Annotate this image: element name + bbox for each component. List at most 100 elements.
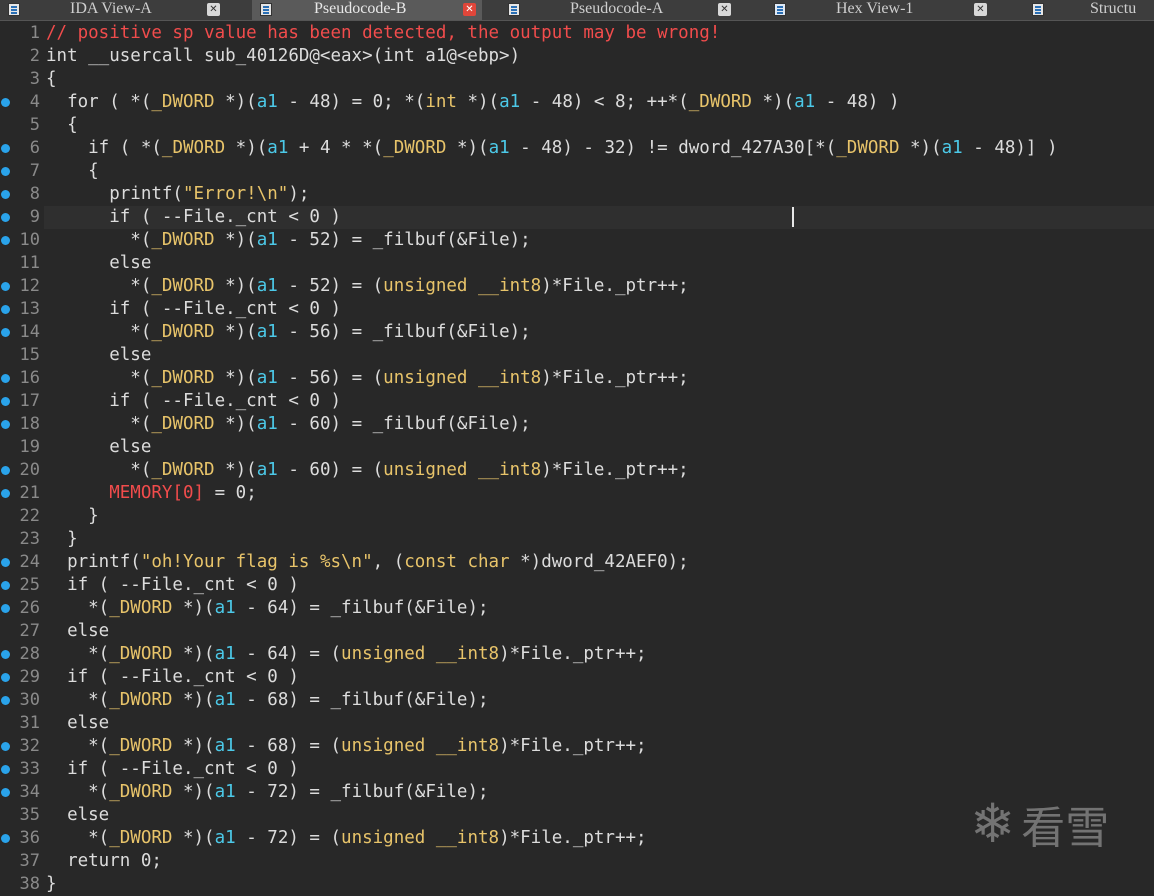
breakpoint-dot-icon[interactable] [1,144,10,153]
breakpoint-dot-icon[interactable] [1,466,10,475]
code-line[interactable]: *(_DWORD *)(a1 - 64) = _filbuf(&File); [46,597,488,620]
breakpoint-dot-icon[interactable] [1,420,10,429]
breakpoint-dot-icon[interactable] [1,489,10,498]
close-icon[interactable]: ✕ [207,3,220,16]
tab-structures[interactable]: Structu [1024,0,1154,20]
code-line[interactable]: } [46,873,57,896]
code-line[interactable]: if ( --File._cnt < 0 ) [46,298,341,321]
breakpoint-dot-icon[interactable] [1,305,10,314]
line-number: 21 [19,483,40,503]
breakpoint-dot-icon[interactable] [1,558,10,567]
code-token: _DWORD [109,690,173,710]
code-line[interactable]: else [46,804,109,827]
code-line[interactable]: if ( --File._cnt < 0 ) [46,206,341,229]
code-token: *)( [214,92,257,112]
code-line[interactable]: else [46,436,151,459]
code-token: *)( [214,276,257,296]
code-token: *)( [214,230,257,250]
code-line[interactable]: *(_DWORD *)(a1 - 56) = _filbuf(&File); [46,321,531,344]
code-line[interactable]: } [46,505,99,528]
code-token: a1 [214,782,236,802]
breakpoint-dot-icon[interactable] [1,282,10,291]
code-line[interactable]: MEMORY[0] = 0; [46,482,257,505]
code-token: { [46,115,78,135]
code-token: - 72) = ( [235,828,342,848]
breakpoint-dot-icon[interactable] [1,167,10,176]
code-line[interactable]: *(_DWORD *)(a1 - 60) = _filbuf(&File); [46,413,530,436]
code-line[interactable]: *(_DWORD *)(a1 - 56) = (unsigned __int8)… [46,367,688,390]
code-line[interactable]: else [46,712,109,735]
breakpoint-dot-icon[interactable] [1,742,10,751]
code-line[interactable]: *(_DWORD *)(a1 - 52) = (unsigned __int8)… [46,275,688,298]
breakpoint-dot-icon[interactable] [1,236,10,245]
code-token: "oh!Your flag is %s\n" [140,552,373,572]
code-line[interactable]: { [46,114,78,137]
code-line[interactable]: else [46,344,151,367]
code-line[interactable]: printf("oh!Your flag is %s\n", (const ch… [46,551,689,574]
line-number: 27 [19,621,40,641]
code-token: )*File._ptr++; [541,460,689,480]
code-line[interactable]: } [46,528,78,551]
breakpoint-dot-icon[interactable] [1,397,10,406]
code-line[interactable]: // positive sp value has been detected, … [46,22,720,45]
tab-hex-view-1[interactable]: Hex View-1 ✕ [766,0,1016,20]
line-number: 31 [19,713,40,733]
code-line[interactable]: else [46,620,109,643]
breakpoint-dot-icon[interactable] [1,834,10,843]
breakpoint-dot-icon[interactable] [1,696,10,705]
breakpoint-dot-icon[interactable] [1,673,10,682]
code-line[interactable]: *(_DWORD *)(a1 - 68) = (unsigned __int8)… [46,735,647,758]
close-icon[interactable]: ✕ [974,3,987,16]
code-line[interactable]: { [46,160,99,183]
code-token: } [46,506,99,526]
code-line[interactable]: if ( --File._cnt < 0 ) [46,574,299,597]
code-line[interactable]: if ( --File._cnt < 0 ) [46,758,299,781]
code-line[interactable]: *(_DWORD *)(a1 - 72) = (unsigned __int8)… [46,827,646,850]
code-line[interactable]: if ( --File._cnt < 0 ) [46,666,299,689]
code-token: int [425,92,457,112]
gutter-line: 34 [0,781,40,804]
code-line[interactable]: else [46,252,151,275]
code-line[interactable]: *(_DWORD *)(a1 - 52) = _filbuf(&File); [46,229,530,252]
code-line[interactable]: if ( --File._cnt < 0 ) [46,390,341,413]
code-token: ); [288,184,310,204]
line-number: 2 [29,46,40,66]
gutter-line: 3 [0,68,40,91]
breakpoint-dot-icon[interactable] [1,213,10,222]
code-token: - 56) = _filbuf(&File); [277,322,531,342]
tab-pseudocode-b[interactable]: Pseudocode-B ✕ [252,0,482,20]
code-token: )*File._ptr++; [499,736,647,756]
breakpoint-dot-icon[interactable] [1,650,10,659]
close-icon[interactable]: ✕ [463,3,476,16]
code-line[interactable]: *(_DWORD *)(a1 - 64) = (unsigned __int8)… [46,643,646,666]
code-token: unsigned __int8 [341,644,500,664]
code-line[interactable]: if ( *(_DWORD *)(a1 + 4 * *(_DWORD *)(a1… [46,137,1057,160]
gutter-line: 25 [0,574,40,597]
code-line[interactable]: { [46,68,57,91]
breakpoint-dot-icon[interactable] [1,328,10,337]
code-token: if ( --File._cnt < 0 ) [46,759,299,779]
code-line[interactable]: int __usercall sub_40126D@<eax>(int a1@<… [46,45,520,68]
code-line[interactable]: *(_DWORD *)(a1 - 60) = (unsigned __int8)… [46,459,689,482]
breakpoint-dot-icon[interactable] [1,581,10,590]
breakpoint-dot-icon[interactable] [1,604,10,613]
code-line[interactable]: *(_DWORD *)(a1 - 68) = _filbuf(&File); [46,689,488,712]
code-token: a1 [214,690,236,710]
line-number: 30 [19,690,40,710]
tab-pseudocode-a[interactable]: Pseudocode-A ✕ [500,0,750,20]
watermark: ❄ 看雪 [970,792,1140,856]
code-line[interactable]: *(_DWORD *)(a1 - 72) = _filbuf(&File); [46,781,488,804]
gutter-line: 24 [0,551,40,574]
code-token: a1 [941,138,963,158]
code-token: *)( [751,92,795,112]
code-line[interactable]: return 0; [46,850,162,873]
breakpoint-dot-icon[interactable] [1,190,10,199]
breakpoint-dot-icon[interactable] [1,374,10,383]
tab-ida-view-a[interactable]: IDA View-A ✕ [0,0,250,20]
code-line[interactable]: printf("Error!\n"); [46,183,309,206]
code-line[interactable]: for ( *(_DWORD *)(a1 - 48) = 0; *(int *)… [46,91,899,114]
breakpoint-dot-icon[interactable] [1,788,10,797]
breakpoint-dot-icon[interactable] [1,765,10,774]
close-icon[interactable]: ✕ [718,3,731,16]
breakpoint-dot-icon[interactable] [1,98,10,107]
